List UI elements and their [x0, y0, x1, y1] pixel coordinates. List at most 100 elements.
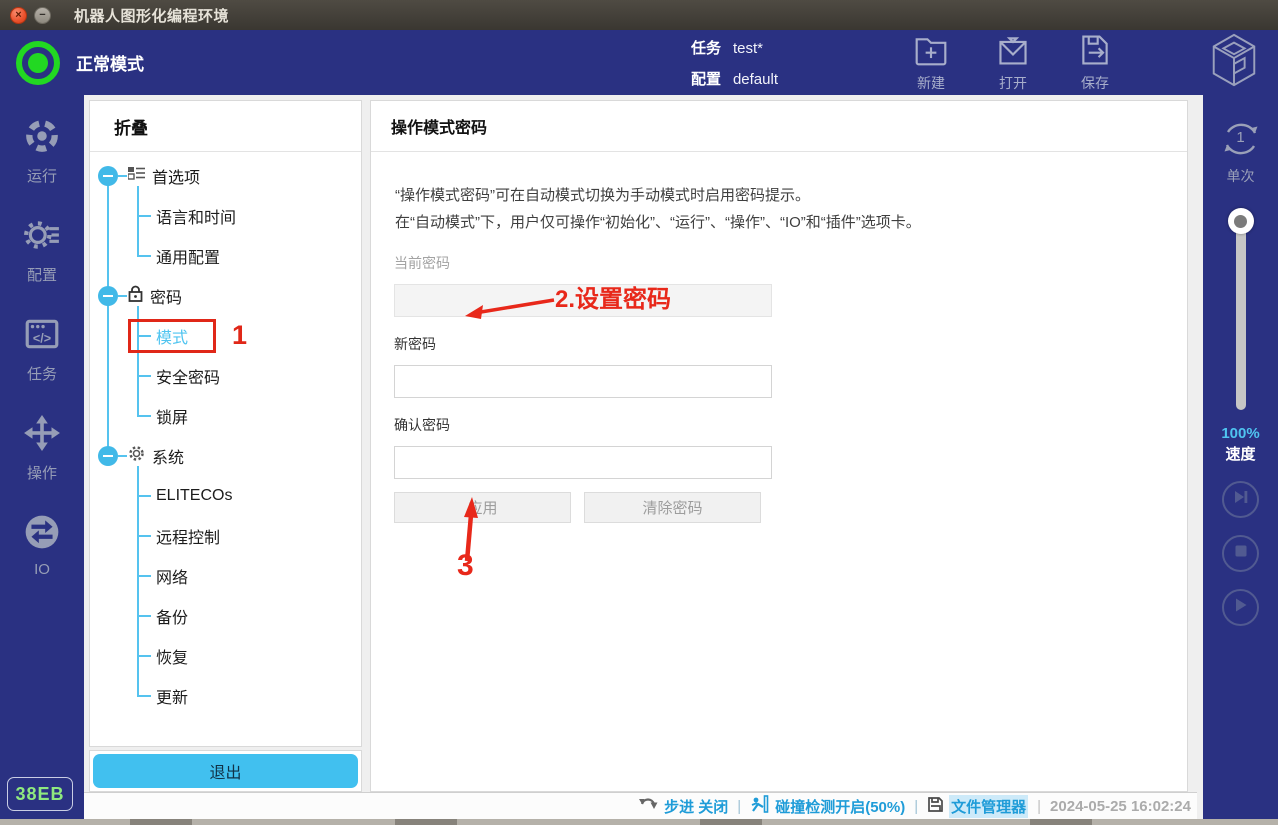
left-nav-sidebar: 运行 配置: [0, 95, 84, 819]
confirm-password-field[interactable]: [394, 446, 772, 479]
step-mode-status[interactable]: 步进 关闭: [639, 795, 728, 817]
tree-group-password[interactable]: 密码: [90, 276, 361, 316]
stop-icon: [1234, 544, 1248, 563]
preferences-icon: [128, 166, 145, 186]
stop-button[interactable]: [1222, 535, 1259, 572]
sidebar-item-io[interactable]: IO: [23, 513, 61, 578]
play-icon: [1233, 597, 1248, 618]
tree-item-backup[interactable]: 备份: [90, 596, 361, 636]
task-config-block: 任务 test* 配置 default: [691, 37, 778, 89]
save-task-label: 保存: [1081, 73, 1109, 93]
os-titlebar: × − 机器人图形化编程环境: [0, 0, 1278, 30]
file-manager-button[interactable]: 文件管理器: [927, 795, 1028, 818]
exit-button-card: 退出: [89, 750, 362, 792]
tree-group-label: 密码: [150, 284, 182, 308]
tree-group-label: 首选项: [152, 164, 200, 188]
settings-tree-panel: 折叠: [84, 95, 366, 792]
app-header: 正常模式 任务 test* 配置 default 新建: [0, 30, 1278, 95]
operation-mode-password-panel: 操作模式密码 “操作模式密码”可在自动模式切换为手动模式时启用密码提示。 在“自…: [370, 100, 1188, 792]
tree-item-elitecos[interactable]: ELITECOs: [90, 476, 361, 516]
sidebar-io-label: IO: [34, 561, 50, 578]
cycle-once-icon: 1: [1218, 117, 1264, 161]
skip-to-end-icon: [1233, 489, 1249, 510]
collapse-toggle-icon[interactable]: [98, 166, 118, 186]
app-window: × − 机器人图形化编程环境 正常模式 任务 test* 配置 default: [0, 0, 1278, 825]
sidebar-item-config[interactable]: 配置: [23, 216, 61, 285]
collision-detection-label: 碰撞检测开启(50%): [775, 796, 905, 817]
elite-logo-icon: [1208, 32, 1260, 93]
right-control-sidebar: 1 单次 100% 速度: [1197, 95, 1278, 819]
tree-item-mode[interactable]: 模式 1: [90, 316, 361, 356]
speed-slider-track[interactable]: [1236, 218, 1246, 410]
move-cross-icon: [23, 414, 61, 456]
status-bar: 步进 关闭 | 碰撞检测开启(50%) |: [84, 792, 1197, 819]
save-task-button[interactable]: 保存: [1077, 33, 1113, 93]
window-minimize-button[interactable]: −: [34, 7, 51, 24]
open-file-icon: [995, 33, 1031, 70]
single-cycle-button[interactable]: 1 单次: [1218, 117, 1264, 186]
collapse-toggle-icon[interactable]: [98, 446, 118, 466]
tree-item-language-time[interactable]: 语言和时间: [90, 196, 361, 236]
new-task-button[interactable]: 新建: [913, 33, 949, 93]
collision-icon: [750, 795, 770, 817]
config-value: default: [733, 71, 778, 88]
annotation-step3: 3: [457, 549, 474, 583]
tree-item-update[interactable]: 更新: [90, 676, 361, 716]
tree-group-preferences[interactable]: 首选项: [90, 156, 361, 196]
sidebar-item-run[interactable]: 运行: [23, 117, 61, 186]
exit-button[interactable]: 退出: [93, 754, 358, 788]
tree-group-system[interactable]: 系统: [90, 436, 361, 476]
single-cycle-label: 单次: [1227, 166, 1255, 186]
run-icon: [23, 117, 61, 159]
speed-slider[interactable]: [1226, 208, 1256, 413]
step-arrow-icon: [639, 795, 659, 817]
sidebar-item-operate[interactable]: 操作: [23, 414, 61, 483]
clear-password-button[interactable]: 清除密码: [584, 492, 761, 523]
tree-collapse-header[interactable]: 折叠: [90, 101, 361, 152]
status-datetime: 2024-05-25 16:02:24: [1050, 798, 1191, 815]
robot-status-indicator-icon: [16, 41, 60, 85]
status-badge: 38EB: [7, 777, 73, 811]
header-actions: 新建 打开: [913, 33, 1113, 93]
tree-item-restore[interactable]: 恢复: [90, 636, 361, 676]
page-title: 操作模式密码: [371, 101, 1187, 152]
collapse-toggle-icon[interactable]: [98, 286, 118, 306]
open-task-button[interactable]: 打开: [995, 33, 1031, 93]
sidebar-item-task[interactable]: </> 任务: [23, 315, 61, 384]
tree-item-network[interactable]: 网络: [90, 556, 361, 596]
collision-detection-status[interactable]: 碰撞检测开启(50%): [750, 795, 905, 817]
speed-value: 100%: [1221, 425, 1259, 442]
description-line-2: 在“自动模式”下，用户仅可操作“初始化”、“运行”、“操作”、“IO”和“插件”…: [395, 209, 1163, 236]
lock-icon: [128, 285, 143, 307]
cycle-count: 1: [1218, 129, 1264, 146]
task-value: test*: [733, 40, 763, 57]
bottom-desktop-strip: [0, 819, 1278, 825]
tree-item-general-config[interactable]: 通用配置: [90, 236, 361, 276]
io-swap-icon: [23, 513, 61, 555]
new-task-label: 新建: [917, 73, 945, 93]
play-button[interactable]: [1222, 589, 1259, 626]
gear-config-icon: [23, 216, 61, 258]
mode-label: 正常模式: [76, 50, 144, 75]
window-close-button[interactable]: ×: [10, 7, 27, 24]
new-password-label: 新密码: [394, 334, 1164, 354]
sidebar-run-label: 运行: [27, 165, 57, 186]
speed-slider-handle[interactable]: [1228, 208, 1254, 234]
tree-group-label: 系统: [152, 444, 184, 468]
description-line-1: “操作模式密码”可在自动模式切换为手动模式时启用密码提示。: [395, 182, 1163, 209]
tree-item-safety-password[interactable]: 安全密码: [90, 356, 361, 396]
new-password-field[interactable]: [394, 365, 772, 398]
code-window-icon: </>: [23, 315, 61, 357]
sidebar-task-label: 任务: [27, 363, 57, 384]
window-title: 机器人图形化编程环境: [74, 5, 229, 26]
system-gear-icon: [128, 445, 145, 467]
svg-text:</>: </>: [33, 331, 51, 345]
task-key: 任务: [691, 37, 721, 58]
sidebar-config-label: 配置: [27, 264, 57, 285]
step-run-button[interactable]: [1222, 481, 1259, 518]
apply-button[interactable]: 应用: [394, 492, 571, 523]
tree-item-lock-screen[interactable]: 锁屏: [90, 396, 361, 436]
current-password-field[interactable]: [394, 284, 772, 317]
speed-label: 速度: [1225, 443, 1255, 464]
tree-item-remote-control[interactable]: 远程控制: [90, 516, 361, 556]
